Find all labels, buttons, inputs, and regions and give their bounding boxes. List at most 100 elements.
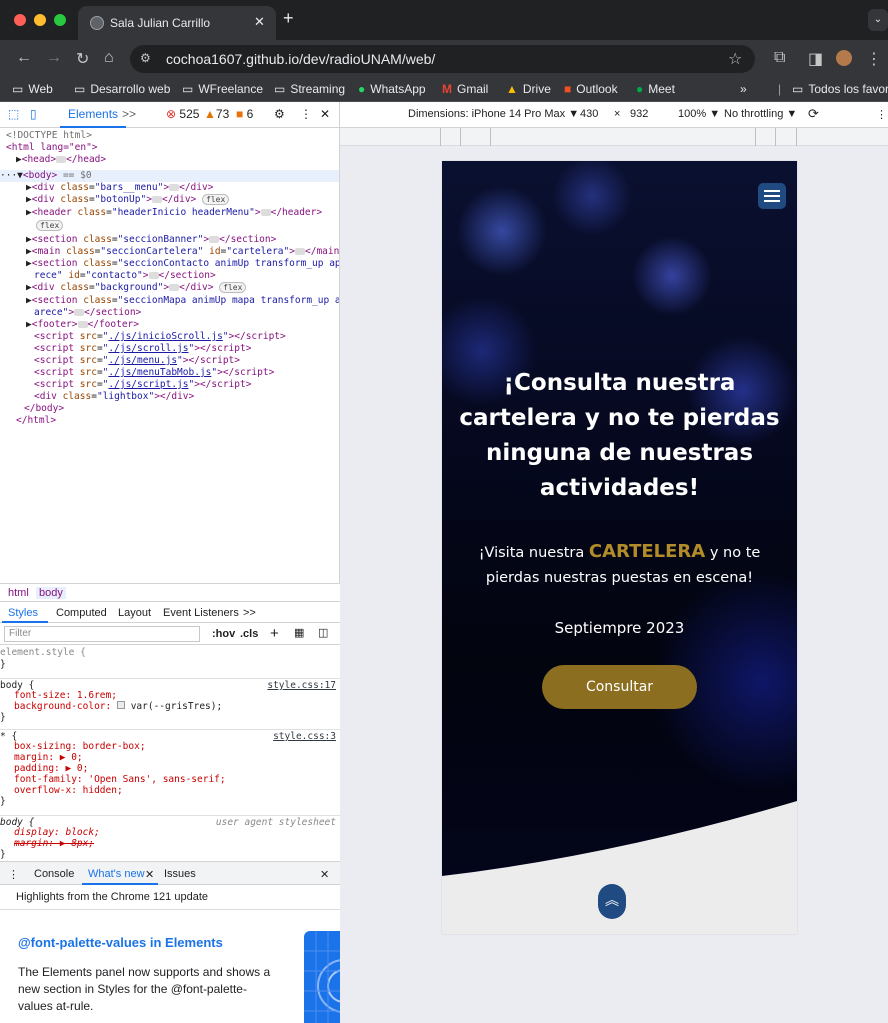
- emulation-menu-icon[interactable]: ⋮: [876, 108, 887, 121]
- media-query-ruler[interactable]: [340, 128, 888, 146]
- bookmark-drive[interactable]: ▲ Drive: [506, 82, 551, 96]
- css-property[interactable]: box-sizing: border-box;: [14, 741, 340, 752]
- collapsed-ellipsis[interactable]: [56, 156, 67, 163]
- bookmarks-overflow-button[interactable]: »: [740, 82, 747, 96]
- all-bookmarks-folder[interactable]: ▭Todos los favoritos: [792, 82, 888, 96]
- close-drawer-icon[interactable]: ✕: [320, 868, 329, 881]
- address-bar[interactable]: ⚙ cochoa1607.github.io/dev/radioUNAM/web…: [130, 45, 755, 73]
- element-style-rule[interactable]: element.style {: [0, 647, 340, 658]
- inspect-element-icon[interactable]: ⬚: [8, 107, 19, 121]
- css-property[interactable]: padding: ▶ 0;: [14, 763, 340, 774]
- tab-console[interactable]: Console: [34, 868, 74, 880]
- minimize-window-button[interactable]: [34, 14, 46, 26]
- dom-node-body-close[interactable]: </body>: [24, 403, 64, 415]
- dom-node-script[interactable]: <script src="./js/inicioScroll.js"></scr…: [34, 331, 286, 343]
- dom-node-header[interactable]: ▶<header class="headerInicio headerMenu"…: [26, 207, 322, 219]
- throttling-select[interactable]: No throttling ▼: [724, 108, 797, 120]
- consultar-button[interactable]: Consultar: [542, 665, 697, 709]
- computed-sidebar-icon[interactable]: ◫: [318, 626, 328, 639]
- tab-styles[interactable]: Styles: [8, 607, 38, 619]
- close-window-button[interactable]: [14, 14, 26, 26]
- dom-node-div-botonup[interactable]: ▶<div class="botonUp"> </div> flex: [26, 194, 230, 206]
- profile-avatar[interactable]: [836, 50, 852, 66]
- new-tab-button[interactable]: +: [283, 8, 294, 29]
- tab-elements[interactable]: Elements: [68, 107, 118, 121]
- bookmark-gmail[interactable]: M Gmail: [442, 82, 488, 96]
- bookmark-star-icon[interactable]: ☆: [728, 49, 742, 69]
- dom-node-html[interactable]: <html lang="en">: [6, 142, 98, 154]
- dom-node-section-contacto[interactable]: ▶<section class="seccionContacto animUp …: [26, 258, 339, 270]
- viewport-width-input[interactable]: 430: [580, 108, 598, 120]
- dom-node-html-close[interactable]: </html>: [16, 415, 56, 427]
- hover-state-toggle[interactable]: :hov: [212, 628, 235, 640]
- tab-layout[interactable]: Layout: [118, 607, 151, 619]
- flex-badge[interactable]: flex: [202, 194, 230, 205]
- css-property[interactable]: overflow-x: hidden;: [14, 785, 340, 796]
- dom-node-main[interactable]: ▶<main class="seccionCartelera" id="cart…: [26, 246, 339, 258]
- dom-node-script[interactable]: <script src="./js/menuTabMob.js"></scrip…: [34, 367, 274, 379]
- add-rule-icon[interactable]: +: [270, 625, 279, 642]
- settings-gear-icon[interactable]: ⚙: [274, 107, 285, 121]
- more-style-tabs[interactable]: >>: [243, 607, 256, 619]
- close-devtools-icon[interactable]: ✕: [320, 107, 330, 121]
- dom-node-div-bars[interactable]: ▶<div class="bars__menu"> </div>: [26, 182, 213, 194]
- dom-node-script[interactable]: <script src="./js/menu.js"></script>: [34, 355, 240, 367]
- extensions-icon[interactable]: ⧉: [774, 49, 785, 67]
- css-property[interactable]: background-color: var(--grisTres);: [14, 701, 340, 712]
- breadcrumb-html[interactable]: html: [8, 587, 29, 599]
- browser-tab[interactable]: Sala Julian Carrillo ✕: [78, 6, 276, 40]
- site-info-icon[interactable]: ⚙: [140, 51, 151, 65]
- styles-filter-input[interactable]: Filter: [4, 626, 200, 642]
- class-toggle[interactable]: .cls: [240, 628, 258, 640]
- drawer-menu-icon[interactable]: ⋮: [8, 868, 19, 881]
- dom-node-section-mapa[interactable]: ▶<section class="seccionMapa animUp mapa…: [26, 295, 339, 307]
- tab-whats-new[interactable]: What's new: [88, 868, 145, 880]
- color-palette-icon[interactable]: ▦: [294, 626, 304, 639]
- dom-node-div-background[interactable]: ▶<div class="background"> </div> flex: [26, 282, 247, 294]
- whats-new-heading[interactable]: @font-palette-values in Elements: [18, 935, 223, 950]
- reload-icon[interactable]: ↻: [76, 49, 89, 69]
- dom-node-script[interactable]: <script src="./js/scroll.js"></script>: [34, 343, 251, 355]
- back-icon[interactable]: ←: [16, 49, 32, 67]
- css-property[interactable]: font-family: 'Open Sans', sans-serif;: [14, 774, 340, 785]
- error-count[interactable]: ⊗ 525: [166, 107, 199, 121]
- dom-node-body[interactable]: ···▼<body> == $0: [0, 170, 92, 182]
- breadcrumb-body[interactable]: body: [36, 587, 66, 599]
- dom-node-head[interactable]: ▶<head> </head>: [16, 154, 106, 166]
- more-tabs-button[interactable]: >>: [122, 107, 136, 121]
- flex-badge[interactable]: flex: [36, 220, 64, 231]
- side-panel-icon[interactable]: ◨: [808, 49, 823, 69]
- dom-node-lightbox[interactable]: <div class="lightbox"></div>: [34, 391, 194, 403]
- bookmark-whatsapp[interactable]: ● WhatsApp: [358, 82, 426, 96]
- device-dimensions-select[interactable]: Dimensions: iPhone 14 Pro Max ▼: [408, 108, 579, 120]
- bookmark-folder-web[interactable]: ▭ Web: [12, 82, 53, 96]
- viewport-height-input[interactable]: 932: [630, 108, 648, 120]
- bookmark-folder-streaming[interactable]: ▭ Streaming: [274, 82, 345, 96]
- tab-issues[interactable]: Issues: [164, 868, 196, 880]
- devtools-menu-icon[interactable]: ⋮: [300, 107, 312, 121]
- issue-count[interactable]: ■ 6: [236, 107, 253, 121]
- dom-node-footer[interactable]: ▶<footer> </footer>: [26, 319, 139, 331]
- css-property[interactable]: margin: ▶ 0;: [14, 752, 340, 763]
- maximize-window-button[interactable]: [54, 14, 66, 26]
- dom-node-section-banner[interactable]: ▶<section class="seccionBanner"> </sectio…: [26, 234, 276, 246]
- dom-node-script[interactable]: <script src="./js/script.js"></script>: [34, 379, 251, 391]
- scroll-to-top-button[interactable]: ︽: [598, 884, 626, 919]
- bookmark-outlook[interactable]: ■ Outlook: [564, 82, 618, 96]
- zoom-select[interactable]: 100% ▼: [678, 108, 720, 120]
- css-property[interactable]: font-size: 1.6rem;: [14, 690, 340, 701]
- bookmark-folder-wfreelance[interactable]: ▭ WFreelance: [182, 82, 263, 96]
- flex-badge[interactable]: flex: [219, 282, 247, 293]
- tab-close-icon[interactable]: ✕: [254, 14, 265, 30]
- rotate-icon[interactable]: ⟳: [808, 106, 819, 122]
- close-whats-new-icon[interactable]: ✕: [145, 868, 154, 881]
- bookmark-meet[interactable]: ● Meet: [636, 82, 675, 96]
- device-toolbar-icon[interactable]: ▯: [30, 107, 37, 121]
- forward-icon[interactable]: →: [46, 49, 62, 67]
- menu-kebab-icon[interactable]: ⋮: [866, 49, 882, 69]
- hamburger-menu-button[interactable]: [758, 183, 786, 209]
- warning-count[interactable]: ▲73: [204, 107, 229, 121]
- tab-computed[interactable]: Computed: [56, 607, 107, 619]
- color-swatch[interactable]: [116, 701, 125, 709]
- home-icon[interactable]: ⌂: [104, 49, 114, 67]
